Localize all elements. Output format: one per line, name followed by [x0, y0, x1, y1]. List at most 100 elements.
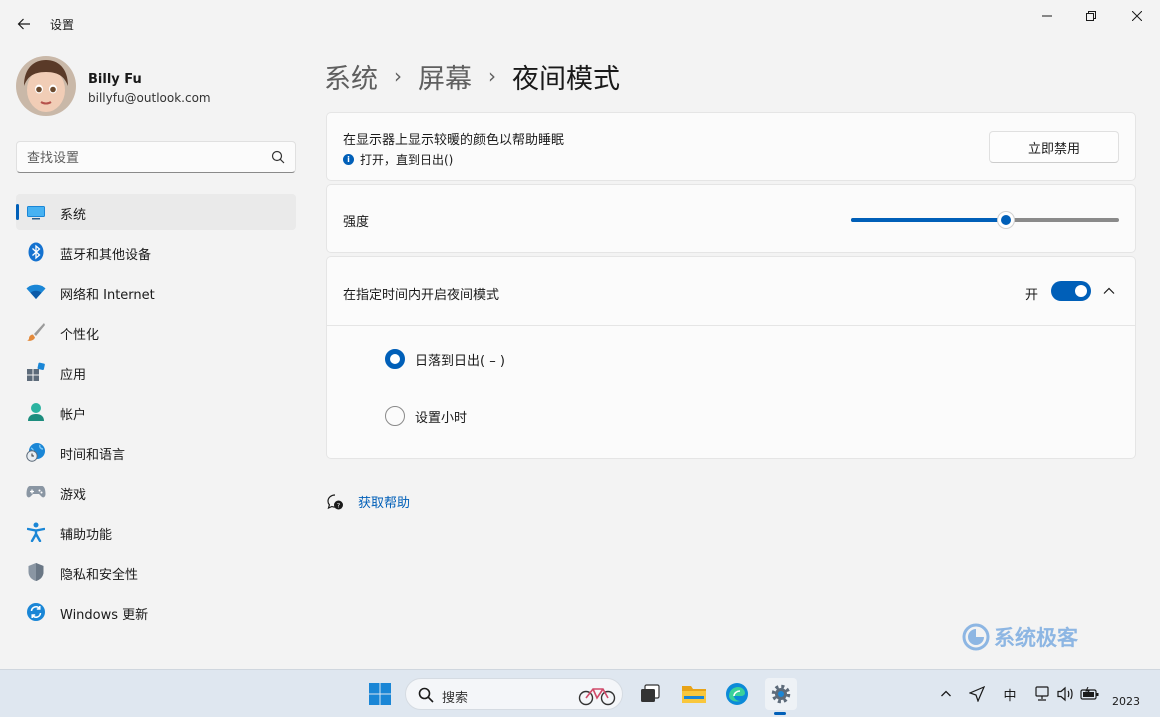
app-title: 设置 [50, 18, 75, 32]
sidebar-item-personalization[interactable]: 个性化 [16, 314, 296, 350]
search-icon[interactable] [271, 150, 285, 164]
sidebar-item-windows-update[interactable]: Windows 更新 [16, 594, 296, 630]
clock-date[interactable]: 2023 [1112, 695, 1140, 708]
radio-label: 设置小时 [415, 410, 468, 426]
sidebar-item-privacy[interactable]: 隐私和安全性 [16, 554, 296, 590]
settings-search[interactable] [16, 141, 296, 173]
strength-slider[interactable] [851, 210, 1119, 230]
file-explorer-button[interactable] [678, 678, 710, 710]
task-view-button[interactable] [634, 678, 666, 710]
search-icon [418, 687, 434, 703]
location-arrow-icon [969, 686, 985, 702]
globe-clock-icon [26, 442, 46, 462]
schedule-header[interactable]: 在指定时间内开启夜间模式 开 [327, 257, 1135, 326]
sidebar-item-label: Windows 更新 [60, 608, 149, 623]
network-tray-button[interactable] [1032, 684, 1052, 704]
strength-label: 强度 [343, 215, 370, 230]
get-help-link[interactable]: 获取帮助 [358, 492, 410, 511]
location-tray-button[interactable] [968, 684, 986, 704]
taskbar: 搜索 中 2023 [0, 669, 1160, 717]
search-input[interactable] [27, 148, 267, 168]
radio-sunset-to-sunrise[interactable]: 日落到日出( – ) [385, 348, 505, 370]
close-button[interactable] [1114, 0, 1160, 32]
disable-now-button[interactable]: 立即禁用 [989, 131, 1119, 163]
edge-browser-button[interactable] [721, 678, 753, 710]
back-button[interactable] [10, 10, 38, 38]
update-icon [26, 602, 46, 622]
sidebar-item-label: 隐私和安全性 [60, 568, 139, 583]
watermark: 系统极客 [962, 622, 1078, 652]
sidebar-item-system[interactable]: 系统 [16, 194, 296, 230]
sidebar-nav: 系统 蓝牙和其他设备 网络和 Internet 个性化 应用 帐户 时间和语言 … [16, 194, 296, 634]
night-light-status-text: 打开，直到日出() [360, 153, 454, 167]
sidebar-item-network[interactable]: 网络和 Internet [16, 274, 296, 310]
sidebar-item-apps[interactable]: 应用 [16, 354, 296, 390]
watermark-text: 系统极客 [994, 626, 1078, 650]
schedule-card: 在指定时间内开启夜间模式 开 日落到日出( – ) 设置小时 [326, 256, 1136, 459]
gear-icon [771, 684, 791, 704]
sidebar-item-label: 网络和 Internet [60, 288, 155, 303]
shield-icon [26, 562, 46, 582]
edge-icon [726, 683, 748, 705]
network-icon [1035, 686, 1049, 701]
sidebar-item-label: 系统 [60, 208, 87, 223]
breadcrumb-system[interactable]: 系统 [324, 57, 378, 96]
avatar[interactable] [16, 56, 76, 116]
windows-start-icon[interactable] [368, 682, 392, 706]
settings-app-button[interactable] [765, 678, 797, 710]
slider-fill [851, 218, 1006, 222]
sidebar-item-label: 应用 [60, 368, 87, 383]
battery-tray-button[interactable] [1080, 684, 1100, 704]
sidebar-item-label: 蓝牙和其他设备 [60, 248, 152, 263]
info-icon: i [343, 154, 354, 165]
gamepad-icon [26, 482, 46, 502]
restore-icon [1086, 11, 1096, 21]
sidebar-item-accounts[interactable]: 帐户 [16, 394, 296, 430]
ime-label: 中 [1003, 688, 1017, 704]
display-icon [26, 202, 46, 222]
task-view-icon [641, 684, 660, 702]
sidebar-item-label: 帐户 [60, 408, 87, 423]
radio-button-checked[interactable] [385, 349, 405, 369]
radio-set-hours[interactable]: 设置小时 [385, 405, 467, 427]
bluetooth-icon [26, 242, 46, 262]
user-name: Billy Fu [88, 72, 142, 87]
get-help[interactable]: ? 获取帮助 [326, 492, 410, 511]
accessibility-icon [26, 522, 46, 542]
apps-icon [26, 362, 46, 382]
sidebar-item-gaming[interactable]: 游戏 [16, 474, 296, 510]
page-title: 夜间模式 [512, 63, 620, 95]
minimize-icon [1042, 15, 1052, 17]
volume-icon [1057, 686, 1073, 702]
chevron-up-icon [941, 690, 951, 697]
sidebar-item-accessibility[interactable]: 辅助功能 [16, 514, 296, 550]
radio-button-unchecked[interactable] [385, 406, 405, 426]
sidebar-item-bluetooth[interactable]: 蓝牙和其他设备 [16, 234, 296, 270]
ime-indicator[interactable]: 中 [1000, 684, 1020, 704]
sidebar-item-label: 时间和语言 [60, 448, 126, 463]
schedule-label: 在指定时间内开启夜间模式 [343, 288, 500, 303]
back-arrow-icon [17, 18, 30, 30]
restore-button[interactable] [1068, 0, 1114, 32]
volume-tray-button[interactable] [1056, 684, 1076, 704]
sidebar-item-time-language[interactable]: 时间和语言 [16, 434, 296, 470]
avatar-image [16, 56, 76, 116]
show-hidden-icons-button[interactable] [938, 684, 954, 704]
folder-icon [682, 686, 706, 703]
sidebar-item-label: 个性化 [60, 328, 100, 343]
sidebar-item-label: 辅助功能 [60, 528, 113, 543]
breadcrumb-display[interactable]: 屏幕 [418, 57, 472, 96]
wifi-icon [26, 282, 46, 302]
chevron-up-icon[interactable] [1101, 283, 1117, 299]
night-light-description: 在显示器上显示较暖的颜色以帮助睡眠 [343, 133, 565, 148]
schedule-toggle[interactable] [1051, 281, 1091, 301]
paintbrush-icon [26, 322, 46, 342]
settings-window: 设置 Billy Fu billyfu@outlook.com 查找设置 系统 … [0, 0, 1160, 669]
bicycle-icon [578, 688, 616, 706]
toggle-state-label: 开 [1025, 288, 1039, 303]
taskbar-search[interactable]: 搜索 [405, 678, 623, 710]
minimize-button[interactable] [1024, 0, 1070, 32]
slider-thumb[interactable] [997, 211, 1015, 229]
svg-text:?: ? [337, 501, 340, 509]
breadcrumb: 系统 › 屏幕 › 夜间模式 [324, 56, 620, 96]
